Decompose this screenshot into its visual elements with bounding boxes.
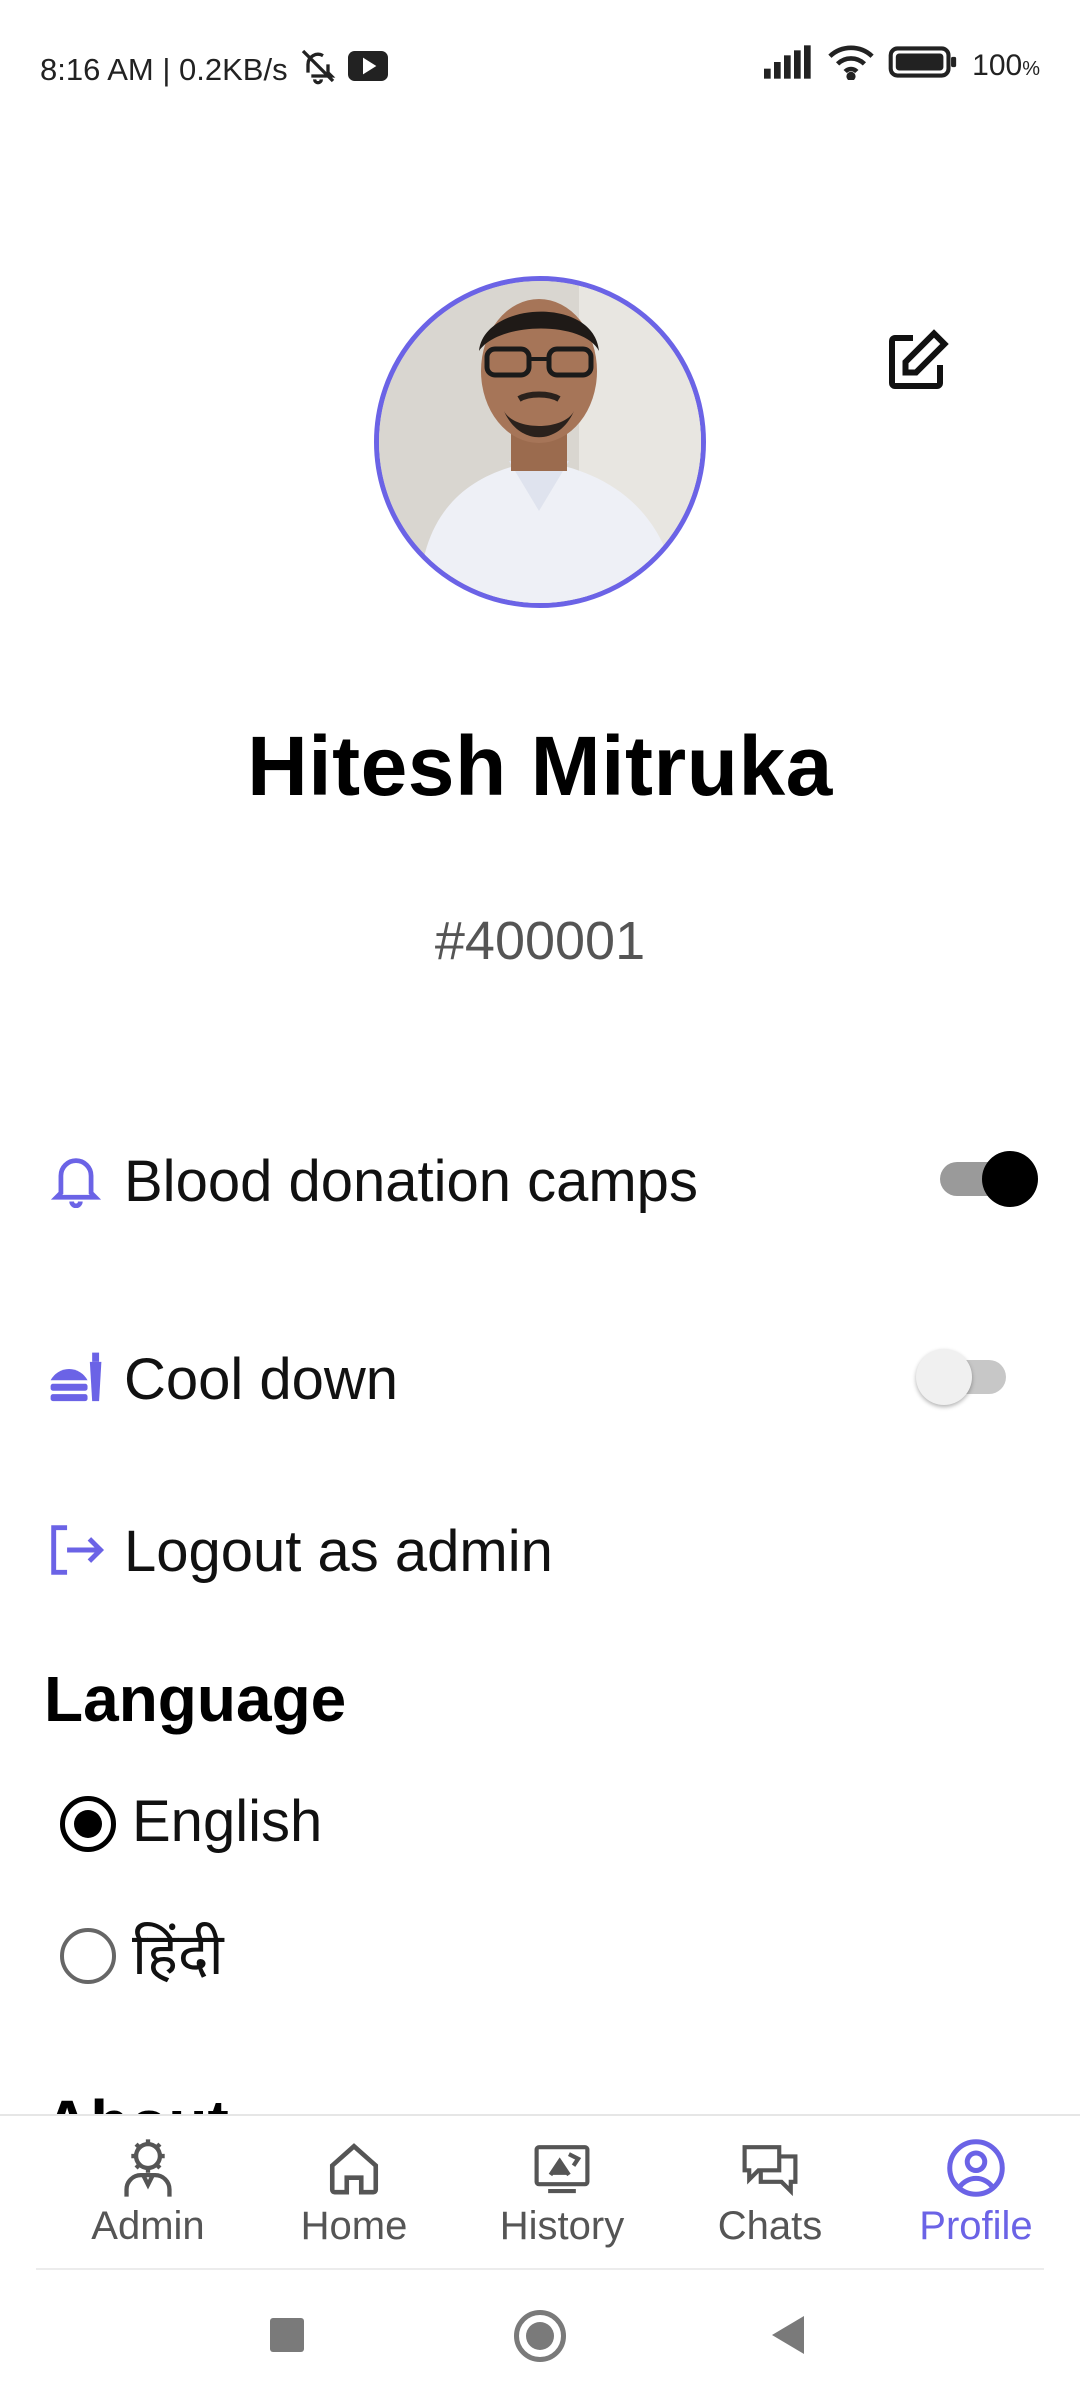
home-button[interactable] [514,2310,566,2362]
cooldown-icon [44,1346,108,1410]
battery-icon [888,45,958,87]
avatar-photo [379,281,701,603]
logout-icon [44,1518,108,1582]
nav-item-chats[interactable]: Chats [680,2136,860,2266]
setting-row-blood-donation-camps[interactable]: Blood donation camps [0,1124,1080,1234]
nav-item-home[interactable]: Home [264,2136,444,2266]
home-icon [322,2136,386,2200]
muted-bell-icon [298,46,338,94]
radio-label: हिंदी [132,1922,224,1987]
status-left: 8:16 AM | 0.2KB/s [40,46,388,94]
back-button[interactable] [772,2316,804,2354]
signal-icon [764,45,814,87]
edit-icon [889,329,949,389]
toggle-thumb [982,1151,1038,1207]
nav-item-history[interactable]: History [472,2136,652,2266]
setting-label: Logout as admin [124,1519,553,1584]
blood-donation-camps-toggle[interactable] [932,1142,1042,1212]
status-right: 100% [764,44,1040,88]
setting-row-cool-down[interactable]: Cool down [0,1322,1080,1432]
about-section-title: About [44,2090,344,2116]
status-time: 8:16 AM | 0.2KB/s [40,52,288,87]
cool-down-toggle[interactable] [912,1340,1022,1410]
radio-selected[interactable] [60,1796,116,1852]
battery-level: 100% [972,49,1040,82]
youtube-icon [347,51,388,89]
history-icon [530,2136,594,2200]
language-section-title: Language [44,1663,347,1735]
chats-icon [738,2136,802,2200]
nav-label: History [499,2204,625,2248]
bell-icon [44,1148,108,1212]
nav-item-profile[interactable]: Profile [886,2136,1066,2266]
wifi-icon [828,44,874,88]
setting-label: Cool down [124,1347,399,1412]
profile-avatar[interactable] [374,276,706,608]
radio-unselected[interactable] [60,1928,116,1984]
language-option-hindi[interactable]: हिंदी [56,1910,656,2000]
nav-label: Profile [919,2204,1033,2248]
toggle-thumb [916,1349,972,1405]
nav-item-admin[interactable]: Admin [58,2136,238,2266]
system-navigation-bar [0,2272,1080,2400]
profile-name: Hitesh Mitruka [247,719,833,813]
profile-icon [944,2136,1008,2200]
setting-row-logout-as-admin[interactable]: Logout as admin [0,1494,1080,1604]
language-option-english[interactable]: English [56,1778,656,1868]
edit-profile-button[interactable] [876,322,956,402]
nav-label: Chats [717,2204,823,2248]
nav-label: Home [300,2204,408,2248]
bottom-navigation: Admin Home History Chats Profile [0,2114,1080,2270]
admin-icon [116,2136,180,2200]
nav-label: Admin [91,2204,205,2248]
radio-label: English [132,1789,323,1854]
nav-divider [36,2268,1044,2270]
status-bar: 8:16 AM | 0.2KB/s 100% [0,0,1080,130]
profile-user-id: #400001 [434,911,646,971]
setting-label: Blood donation camps [124,1149,698,1214]
recent-apps-button[interactable] [270,2318,304,2352]
